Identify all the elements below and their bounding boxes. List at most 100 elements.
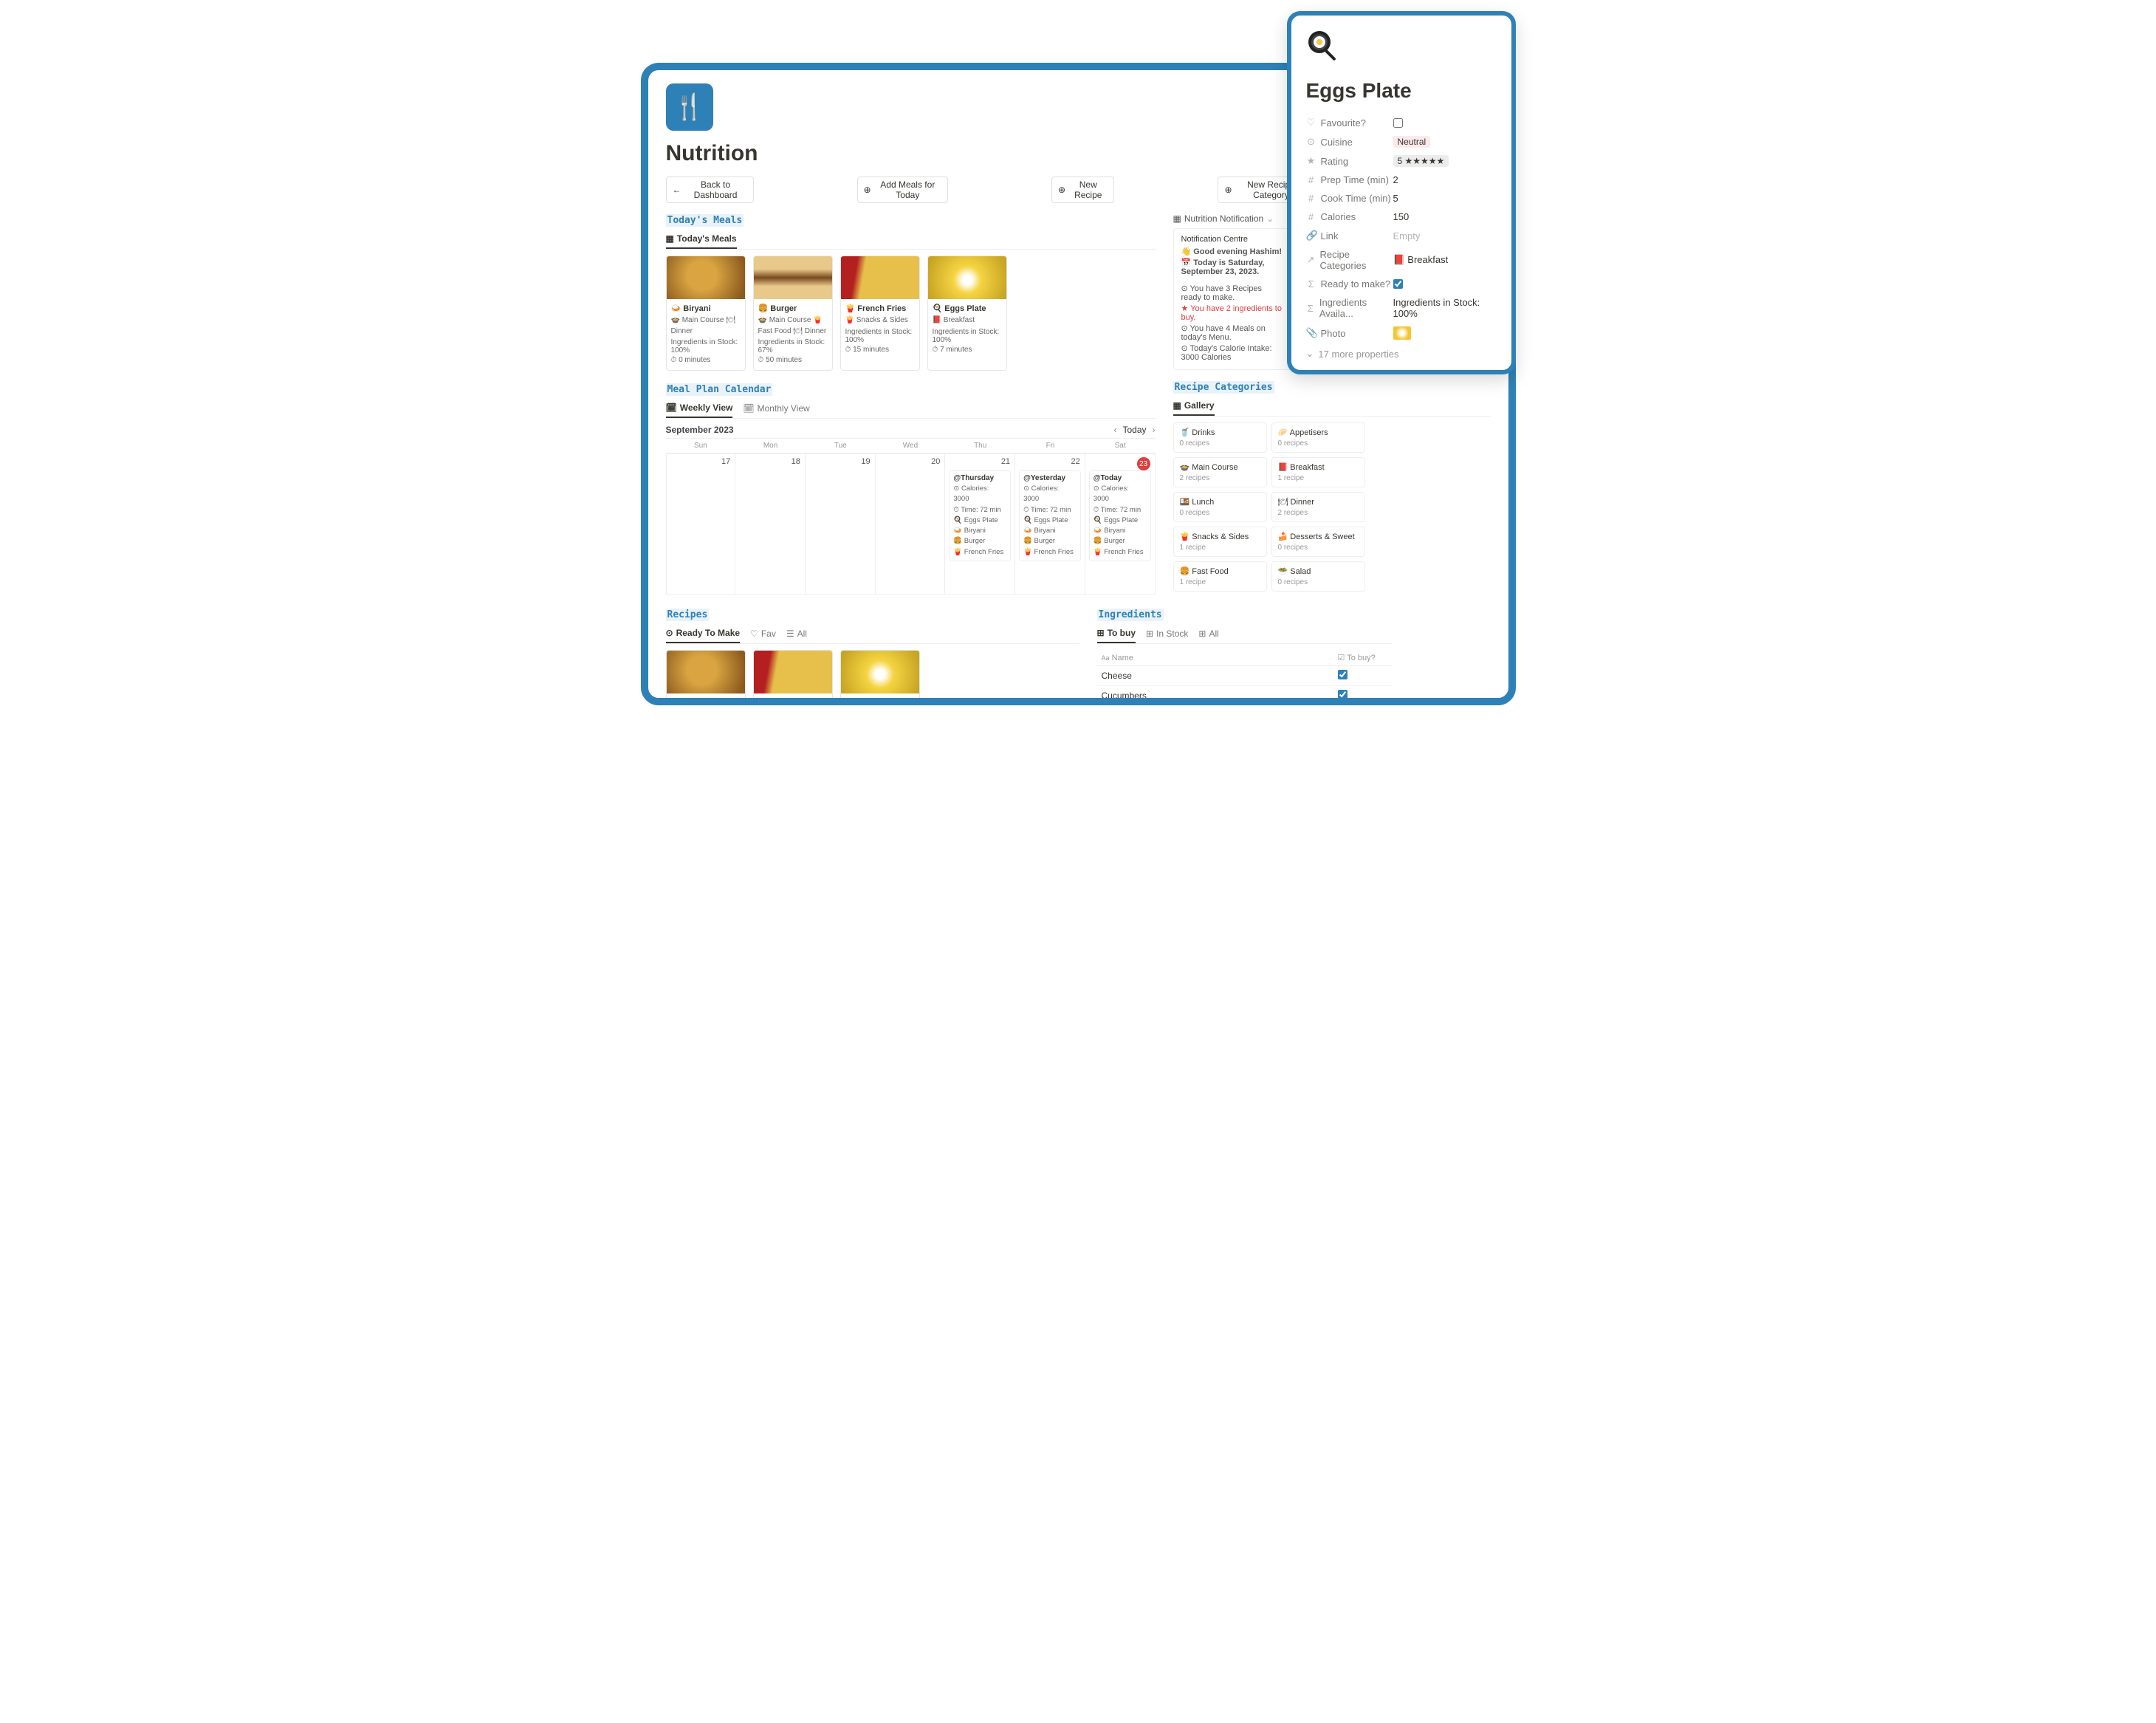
favourite-checkbox[interactable] (1393, 118, 1403, 128)
back-to-dashboard-button[interactable]: ← Back to Dashboard (666, 177, 754, 203)
recipe-category-card[interactable]: 🍲 Main Course 2 recipes (1173, 457, 1267, 487)
calendar-day-number: 18 (792, 457, 800, 466)
photo-label: Photo (1321, 328, 1346, 339)
event-item: 🍛 Biryani (953, 526, 1006, 536)
calendar-cell[interactable]: 20 (876, 454, 946, 595)
meal-card[interactable]: 🍳 Eggs Plate 📕 Breakfast Ingredients in … (840, 650, 920, 705)
meal-card[interactable]: 🍟 French Fries 🍟 Snacks & Sides Ingredie… (753, 650, 833, 705)
cook-icon: # (1306, 193, 1316, 204)
calendar-today-button[interactable]: Today (1122, 425, 1146, 435)
calendar-event[interactable]: @Thursday ⊙ Calories: 3000 ⏱ Time: 72 mi… (949, 470, 1011, 561)
ingredients-table: Aa Name ☑ To buy? Cheese Cucumbers (1097, 650, 1393, 705)
recipe-category-card[interactable]: 🍽 Dinner 2 recipes (1271, 492, 1365, 522)
category-count: 1 recipe (1180, 544, 1260, 552)
meal-card[interactable]: 🍳 Eggs Plate 📕 Breakfast Ingredients in … (927, 256, 1007, 371)
fav-label: Fav (761, 628, 776, 639)
event-item: 🍔 Burger (1094, 536, 1147, 547)
avail-icon: Σ (1306, 303, 1315, 314)
calendar-cell[interactable]: 21@Thursday ⊙ Calories: 3000 ⏱ Time: 72 … (945, 454, 1015, 595)
calendar-cell[interactable]: 23@Today ⊙ Calories: 3000 ⏱ Time: 72 min… (1085, 454, 1156, 595)
calendar-prev-icon[interactable]: ‹ (1113, 425, 1116, 435)
recipe-categories-section: Recipe Categories ▦ Gallery 🥤 Drinks 0 r… (1173, 380, 1491, 592)
recipe-category-card[interactable]: 📕 Breakfast 1 recipe (1271, 457, 1365, 487)
meal-stock: Ingredients in Stock: 67% (758, 338, 828, 354)
recipe-category-card[interactable]: 🥟 Appetisers 0 recipes (1271, 422, 1365, 453)
categories-value: 📕 Breakfast (1393, 254, 1449, 266)
calendar-cell[interactable]: 22@Yesterday ⊙ Calories: 3000 ⏱ Time: 72… (1015, 454, 1085, 595)
event-title: @Today (1094, 474, 1147, 482)
col-name: Aa Name (1097, 650, 1333, 666)
calendar-cell[interactable]: 18 (735, 454, 806, 595)
property-row-calories[interactable]: #Calories150 (1306, 208, 1497, 226)
ready-checkbox[interactable] (1393, 279, 1403, 289)
recipe-category-card[interactable]: 🍱 Lunch 0 recipes (1173, 492, 1267, 522)
event-calories: ⊙ Calories: 3000 (953, 484, 1006, 505)
calendar-cell[interactable]: 19 (806, 454, 876, 595)
recipe-category-card[interactable]: 🍟 Snacks & Sides 1 recipe (1173, 527, 1267, 557)
meal-card[interactable]: 🍔 Burger 🍲 Main Course 🍟 Fast Food 🍽 Din… (753, 256, 833, 371)
recipe-category-card[interactable]: 🍔 Fast Food 1 recipe (1173, 561, 1267, 592)
meal-card[interactable]: 🍟 French Fries 🍟 Snacks & Sides Ingredie… (840, 256, 920, 371)
tab-todays-meals[interactable]: ▦ Today's Meals (666, 231, 737, 249)
property-row-photo[interactable]: 📎Photo (1306, 323, 1497, 343)
category-name: 🥗 Salad (1278, 566, 1359, 576)
meal-thumbnail (667, 651, 745, 693)
event-item: 🍛 Biryani (1094, 526, 1147, 536)
ingredient-row[interactable]: Cucumbers (1097, 686, 1393, 706)
meal-title: 🍔 Burger (758, 304, 828, 313)
calendar-next-icon[interactable]: › (1153, 425, 1156, 435)
property-row-cook[interactable]: #Cook Time (min)5 (1306, 189, 1497, 208)
ready-label: Ready to make? (1321, 278, 1391, 290)
meal-card[interactable]: 🍛 Biryani 🍲 Main Course 🍽 Dinner Ingredi… (666, 256, 746, 371)
meal-thumbnail (841, 651, 919, 693)
calendar-event[interactable]: @Today ⊙ Calories: 3000 ⏱ Time: 72 min 🍳… (1089, 470, 1151, 561)
meal-card[interactable]: 🍛 Biryani 🍲 Main Course 🍽 Dinner Ingredi… (666, 650, 746, 705)
recipe-category-card[interactable]: 🍰 Desserts & Sweet 0 recipes (1271, 527, 1365, 557)
tab-all-ingredients[interactable]: ⊞ All (1198, 626, 1218, 643)
chevron-down-icon[interactable]: ⌄ (1266, 213, 1274, 224)
gallery-label: Gallery (1184, 400, 1215, 411)
notification-box: Notification Centre 👋 Good evening Hashi… (1173, 228, 1291, 370)
property-row-prep[interactable]: #Prep Time (min)2 (1306, 171, 1497, 189)
ready-label: Ready To Make (676, 628, 740, 638)
calendar-cell[interactable]: 17 (666, 454, 736, 595)
calendar-day-number: 17 (721, 457, 730, 466)
detail-side-panel: Eggs Plate ♡Favourite?⊙CuisineNeutral★Ra… (1287, 11, 1516, 374)
tab-weekly-view[interactable]: 🗓 Weekly View (666, 400, 733, 418)
meal-plan-calendar-section: Meal Plan Calendar 🗓 Weekly View 🗓 Month… (666, 383, 1156, 595)
property-row-avail[interactable]: ΣIngredients Availa...Ingredients in Sto… (1306, 293, 1497, 323)
add-meals-button[interactable]: ⊕ Add Meals for Today (857, 177, 948, 203)
calendar-month-label: September 2023 (666, 425, 734, 435)
new-recipe-button[interactable]: ⊕ New Recipe (1051, 177, 1114, 203)
tab-to-buy[interactable]: ⊞ To buy (1097, 626, 1136, 643)
to-buy-checkbox[interactable] (1338, 670, 1348, 679)
category-count: 0 recipes (1278, 439, 1359, 448)
to-buy-checkbox[interactable] (1338, 690, 1348, 699)
property-row-cuisine[interactable]: ⊙CuisineNeutral (1306, 132, 1497, 151)
tab-in-stock[interactable]: ⊞ In Stock (1146, 626, 1188, 643)
recipe-categories-heading: Recipe Categories (1173, 381, 1274, 394)
ingredient-row[interactable]: Cheese (1097, 666, 1393, 686)
todays-meals-heading: Today's Meals (666, 214, 744, 227)
event-item: 🍛 Biryani (1023, 526, 1077, 536)
tab-ready-to-make[interactable]: ⊙ Ready To Make (666, 626, 741, 643)
tab-monthly-view[interactable]: 🗓 Monthly View (743, 400, 809, 418)
property-row-favourite[interactable]: ♡Favourite? (1306, 113, 1497, 132)
tab-fav[interactable]: ♡ Fav (750, 626, 776, 643)
calendar-day-number: 23 (1137, 457, 1150, 470)
recipe-category-card[interactable]: 🥗 Salad 0 recipes (1271, 561, 1365, 592)
calendar-event[interactable]: @Yesterday ⊙ Calories: 3000 ⏱ Time: 72 m… (1019, 470, 1081, 561)
tab-all-recipes[interactable]: ☰ All (786, 626, 807, 643)
recipe-category-card[interactable]: 🥤 Drinks 0 recipes (1173, 422, 1267, 453)
property-row-link[interactable]: 🔗LinkEmpty (1306, 226, 1497, 245)
calendar-day-number: 20 (931, 457, 940, 466)
property-row-ready[interactable]: ΣReady to make? (1306, 275, 1497, 293)
property-row-rating[interactable]: ★Rating5 ★★★★★ (1306, 151, 1497, 171)
property-row-categories[interactable]: ↗Recipe Categories📕 Breakfast (1306, 245, 1497, 275)
more-properties-toggle[interactable]: ⌄ 17 more properties (1306, 348, 1497, 360)
calendar-day-number: 19 (861, 457, 870, 466)
tab-gallery[interactable]: ▦ Gallery (1173, 398, 1215, 416)
event-item: 🍟 French Fries (1094, 547, 1147, 558)
photo-thumbnail[interactable] (1393, 326, 1411, 340)
cuisine-tag: Neutral (1393, 136, 1431, 148)
